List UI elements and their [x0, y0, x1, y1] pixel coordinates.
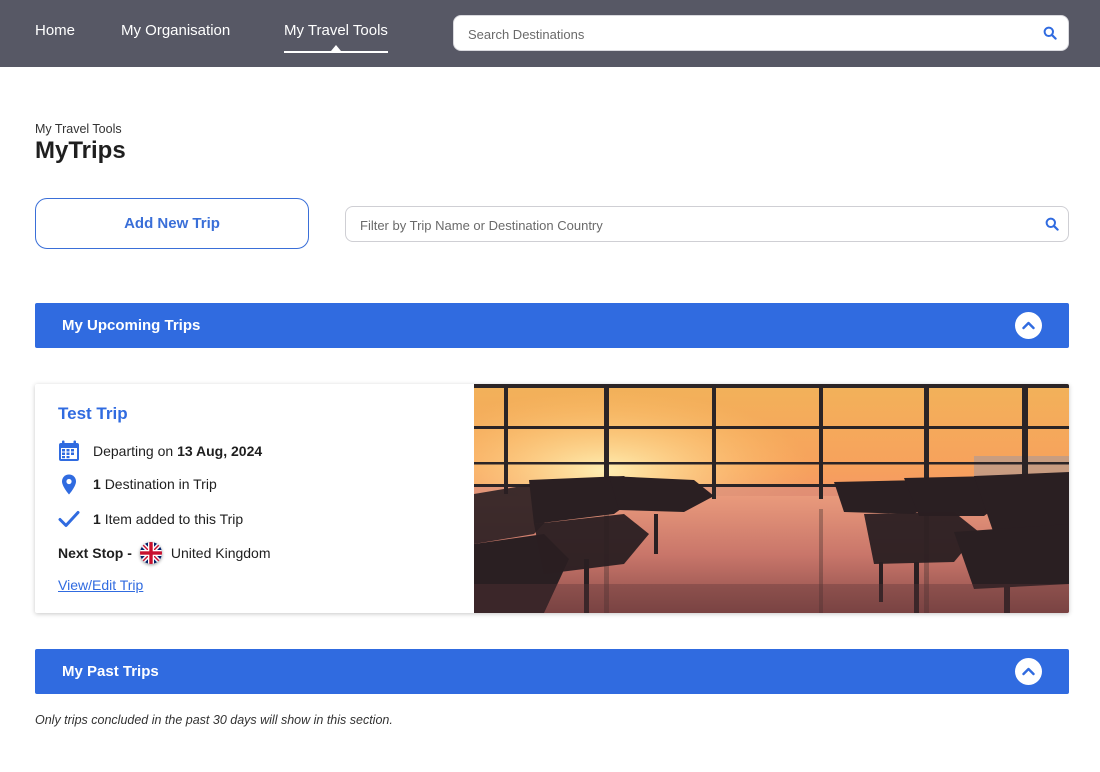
trip-items-row: 1 Item added to this Trip [58, 508, 243, 530]
chevron-up-icon[interactable] [1015, 312, 1042, 339]
item-count: 1 [93, 511, 101, 527]
trip-departure-row: Departing on 13 Aug, 2024 [58, 440, 262, 462]
next-stop-row: Next Stop - United Kingdom [58, 542, 271, 564]
destination-text: Destination in Trip [104, 476, 217, 492]
chevron-up-icon[interactable] [1015, 658, 1042, 685]
past-trips-header[interactable]: My Past Trips [35, 649, 1069, 694]
next-stop-label: Next Stop - [58, 545, 132, 561]
departing-prefix: Departing on [93, 443, 174, 459]
add-new-trip-button[interactable]: Add New Trip [35, 198, 309, 249]
past-trips-label: My Past Trips [62, 663, 159, 680]
airport-lounge-sunset-photo [474, 384, 1069, 613]
destination-search [453, 15, 1069, 51]
active-nav-caret [331, 45, 341, 51]
top-navigation: Home My Organisation My Travel Tools [0, 0, 1100, 67]
breadcrumb: My Travel Tools [35, 122, 122, 136]
destination-count: 1 [93, 476, 101, 492]
checkmark-icon [58, 508, 80, 530]
nav-my-travel-tools[interactable]: My Travel Tools [284, 22, 388, 40]
active-nav-indicator [284, 51, 388, 53]
trip-filter [345, 206, 1069, 242]
page-title: MyTrips [35, 137, 126, 164]
past-trips-note: Only trips concluded in the past 30 days… [35, 713, 393, 727]
nav-my-organisation[interactable]: My Organisation [121, 22, 230, 40]
trip-card: Test Trip Departing on 13 Aug, 2024 1 De… [35, 384, 1069, 613]
search-icon[interactable] [1045, 217, 1059, 231]
trip-destinations-row: 1 Destination in Trip [58, 473, 217, 495]
trip-filter-input[interactable] [360, 215, 1020, 235]
uk-flag-icon [139, 542, 162, 564]
destination-search-input[interactable] [468, 24, 1028, 44]
search-icon[interactable] [1043, 26, 1057, 40]
view-edit-trip-link[interactable]: View/Edit Trip [58, 577, 143, 593]
upcoming-trips-header[interactable]: My Upcoming Trips [35, 303, 1069, 348]
upcoming-trips-label: My Upcoming Trips [62, 317, 201, 334]
trip-name[interactable]: Test Trip [58, 404, 128, 424]
location-pin-icon [58, 473, 80, 495]
nav-home[interactable]: Home [35, 22, 75, 40]
next-stop-country: United Kingdom [170, 545, 271, 561]
item-text: Item added to this Trip [104, 511, 244, 527]
calendar-icon [58, 440, 80, 462]
departing-date: 13 Aug, 2024 [177, 443, 263, 459]
